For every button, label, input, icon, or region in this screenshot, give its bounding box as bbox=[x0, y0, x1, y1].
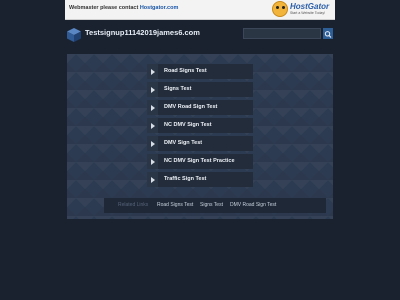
link-label: DMV Sign Test bbox=[164, 140, 203, 146]
link-label: DMV Road Sign Test bbox=[164, 104, 218, 110]
play-arrow-icon bbox=[147, 154, 158, 169]
link-traffic-sign-test[interactable]: Traffic Sign Test bbox=[147, 172, 253, 187]
related-link-dmv-road-sign-test[interactable]: DMV Road Sign Test bbox=[230, 202, 276, 208]
banner-message: Webmaster please contact Hostgator.com bbox=[69, 5, 178, 11]
link-road-signs-test[interactable]: Road Signs Test bbox=[147, 64, 253, 79]
play-arrow-icon bbox=[147, 100, 158, 115]
link-nc-dmv-sign-test-practice[interactable]: NC DMV Sign Test Practice bbox=[147, 154, 253, 169]
search-icon bbox=[324, 31, 332, 38]
site-title: Testsignup11142019james6.com bbox=[85, 28, 200, 37]
link-nc-dmv-sign-test[interactable]: NC DMV Sign Test bbox=[147, 118, 253, 133]
link-dmv-sign-test[interactable]: DMV Sign Test bbox=[147, 136, 253, 151]
link-label: Traffic Sign Test bbox=[164, 176, 207, 182]
banner-message-link[interactable]: Hostgator.com bbox=[140, 5, 179, 11]
hostgator-brand-name: HostGator bbox=[290, 2, 330, 11]
link-signs-test[interactable]: Signs Test bbox=[147, 82, 253, 97]
hostgator-tagline: Start a Website Today! bbox=[290, 11, 326, 15]
related-link-road-signs-test[interactable]: Road Signs Test bbox=[157, 202, 193, 208]
link-label: NC DMV Sign Test bbox=[164, 122, 212, 128]
play-arrow-icon bbox=[147, 64, 158, 79]
play-arrow-icon bbox=[147, 118, 158, 133]
related-links-bar: Related Links Road Signs Test Signs Test… bbox=[104, 198, 326, 213]
site-logo-icon bbox=[67, 28, 81, 42]
link-dmv-road-sign-test[interactable]: DMV Road Sign Test bbox=[147, 100, 253, 115]
sponsored-link-list: Road Signs Test Signs Test DMV Road Sign… bbox=[147, 64, 253, 190]
link-label: NC DMV Sign Test Practice bbox=[164, 158, 235, 164]
hosting-banner: Webmaster please contact Hostgator.com H… bbox=[65, 0, 335, 20]
banner-message-text: Webmaster please contact bbox=[69, 5, 140, 11]
play-arrow-icon bbox=[147, 82, 158, 97]
link-label: Road Signs Test bbox=[164, 68, 207, 74]
gator-mascot-icon bbox=[272, 1, 288, 17]
search-box bbox=[243, 28, 333, 39]
hostgator-logo[interactable]: HostGator Start a Website Today! bbox=[272, 1, 332, 18]
search-input[interactable] bbox=[243, 28, 321, 39]
link-label: Signs Test bbox=[164, 86, 192, 92]
play-arrow-icon bbox=[147, 136, 158, 151]
related-link-signs-test[interactable]: Signs Test bbox=[200, 202, 223, 208]
related-links-title: Related Links bbox=[118, 202, 149, 208]
play-arrow-icon bbox=[147, 172, 158, 187]
search-button[interactable] bbox=[323, 28, 333, 39]
